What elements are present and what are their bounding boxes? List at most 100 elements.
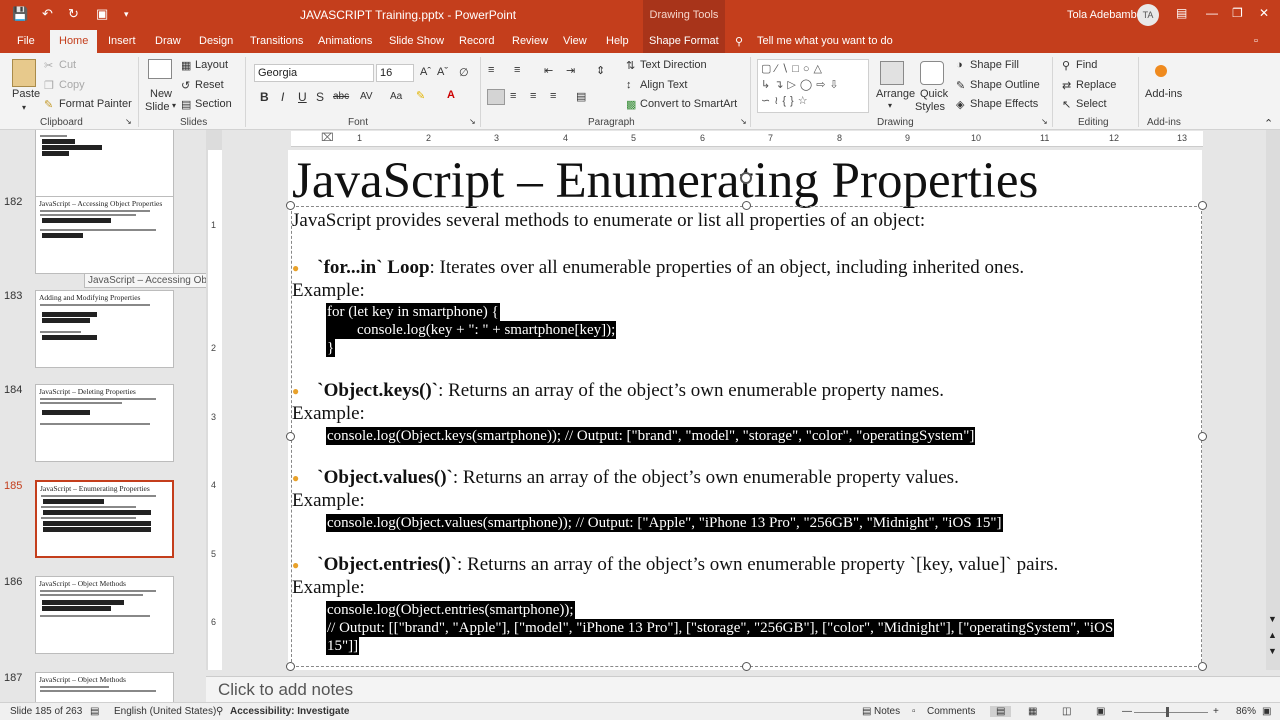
cut-icon[interactable]: ✂ — [44, 59, 53, 72]
shadow-button[interactable]: S — [316, 90, 324, 104]
redo-icon[interactable]: ↻ — [68, 6, 79, 22]
tab-draw[interactable]: Draw — [155, 35, 181, 47]
shape-outline-button[interactable]: Shape Outline — [970, 79, 1040, 91]
comments-button[interactable]: Comments — [927, 706, 975, 717]
increase-indent-icon[interactable]: ⇥ — [566, 64, 575, 77]
align-left-icon[interactable] — [487, 89, 505, 105]
customize-qa-icon[interactable]: ▾ — [124, 9, 129, 20]
text-direction-button[interactable]: Text Direction — [640, 59, 707, 71]
tab-view[interactable]: View — [563, 35, 587, 47]
increase-font-icon[interactable]: Aˆ — [420, 66, 431, 78]
tab-slide-show[interactable]: Slide Show — [389, 35, 444, 47]
copy-button[interactable]: Copy — [59, 79, 85, 91]
zoom-slider-knob[interactable] — [1166, 707, 1169, 717]
line-spacing-icon[interactable]: ⇕ — [596, 64, 605, 77]
change-case-button[interactable]: Aa — [390, 91, 402, 102]
tab-design[interactable]: Design — [199, 35, 233, 47]
arrange-icon[interactable] — [880, 61, 904, 85]
quick-styles-button[interactable]: Quick — [920, 88, 948, 100]
notes-icon[interactable]: ▤ — [862, 706, 871, 717]
addins-icon[interactable] — [1155, 65, 1167, 77]
restore-icon[interactable]: ❐ — [1232, 6, 1243, 20]
tab-transitions[interactable]: Transitions — [250, 35, 303, 47]
thumbnail-181[interactable] — [35, 130, 174, 206]
justify-icon[interactable]: ≡ — [550, 90, 556, 102]
strikethrough-button[interactable]: abc — [333, 91, 349, 102]
align-text-icon[interactable]: ↕ — [626, 79, 632, 91]
slideshow-icon[interactable]: ▣ — [1096, 706, 1105, 717]
thumbnail-187[interactable]: JavaScript – Object Methods — [35, 672, 174, 702]
font-launcher-icon[interactable]: ↘ — [469, 117, 476, 126]
indent-marker-icon[interactable]: ⌧ — [321, 131, 334, 144]
previous-slide-icon[interactable]: ▲ — [1268, 630, 1277, 640]
font-family-select[interactable]: Georgia — [254, 64, 374, 82]
user-name[interactable]: Tola Adebambo — [1067, 9, 1143, 21]
highlight-icon[interactable]: ✎ — [416, 89, 425, 102]
normal-view-icon[interactable]: ▤ — [990, 706, 1012, 717]
scroll-down-icon[interactable]: ▼ — [1268, 614, 1277, 624]
paste-button[interactable]: Paste — [12, 88, 40, 100]
underline-button[interactable]: U — [298, 90, 307, 104]
resize-handle[interactable] — [286, 432, 295, 441]
rotate-handle-icon[interactable] — [740, 172, 752, 184]
font-size-select[interactable]: 16 — [376, 64, 414, 82]
thumbnail-182[interactable]: JavaScript – Accessing Object Properties — [35, 196, 174, 274]
tab-insert[interactable]: Insert — [108, 35, 136, 47]
format-painter-button[interactable]: Format Painter — [59, 98, 132, 110]
align-center-icon[interactable]: ≡ — [510, 90, 516, 102]
shape-fill-button[interactable]: Shape Fill — [970, 59, 1019, 71]
close-icon[interactable]: ✕ — [1259, 6, 1269, 20]
addins-button[interactable]: Add-ins — [1145, 88, 1182, 100]
find-button[interactable]: Find — [1076, 59, 1097, 71]
find-icon[interactable]: ⚲ — [1062, 59, 1070, 72]
notes-placeholder[interactable]: Click to add notes — [218, 680, 353, 700]
columns-icon[interactable]: ▤ — [576, 90, 586, 103]
paste-icon[interactable] — [12, 59, 36, 87]
resize-handle[interactable] — [742, 201, 751, 210]
reset-button[interactable]: Reset — [195, 79, 224, 91]
tab-shape-format[interactable]: Shape Format — [643, 30, 725, 53]
bold-button[interactable]: B — [260, 90, 269, 104]
shape-effects-icon[interactable]: ◈ — [956, 98, 964, 111]
accessibility-status[interactable]: Accessibility: Investigate — [230, 706, 350, 717]
font-color-icon[interactable]: A — [447, 89, 455, 101]
resize-handle[interactable] — [1198, 432, 1207, 441]
comments-status-icon[interactable]: ▫ — [912, 706, 916, 717]
format-painter-icon[interactable]: ✎ — [44, 98, 53, 111]
decrease-indent-icon[interactable]: ⇤ — [544, 64, 553, 77]
paragraph-launcher-icon[interactable]: ↘ — [740, 117, 747, 126]
next-slide-icon[interactable]: ▼ — [1268, 646, 1277, 656]
save-icon[interactable]: 💾 — [12, 6, 28, 22]
arrange-button[interactable]: Arrange — [876, 88, 915, 100]
canvas-scrollbar[interactable]: ▼ ▲ ▼ — [1266, 130, 1280, 670]
thumbnail-183[interactable]: Adding and Modifying Properties — [35, 290, 174, 368]
drawing-launcher-icon[interactable]: ↘ — [1041, 117, 1048, 126]
tab-help[interactable]: Help — [606, 35, 629, 47]
language-status[interactable]: English (United States) — [114, 706, 216, 717]
new-slide-button[interactable]: New — [150, 88, 172, 100]
bullets-icon[interactable]: ≡ — [488, 64, 494, 76]
tell-me-search[interactable]: Tell me what you want to do — [757, 35, 893, 47]
layout-button[interactable]: Layout — [195, 59, 228, 71]
quick-styles-button-line2[interactable]: Styles — [915, 101, 945, 113]
decrease-font-icon[interactable]: Aˇ — [437, 66, 448, 78]
new-slide-dropdown-icon[interactable]: ▾ — [172, 101, 176, 110]
fit-slide-icon[interactable]: ▣ — [1262, 706, 1271, 717]
convert-smartart-button[interactable]: Convert to SmartArt — [640, 98, 737, 110]
accessibility-icon[interactable]: ⚲ — [216, 706, 223, 717]
collapse-ribbon-icon[interactable]: ⌃ — [1264, 117, 1273, 130]
notes-pane[interactable]: Click to add notes — [206, 676, 1280, 702]
spellcheck-icon[interactable]: ▤ — [90, 706, 99, 717]
tab-record[interactable]: Record — [459, 35, 494, 47]
shape-outline-icon[interactable]: ✎ — [956, 79, 965, 92]
thumbnail-184[interactable]: JavaScript – Deleting Properties — [35, 384, 174, 462]
align-right-icon[interactable]: ≡ — [530, 90, 536, 102]
resize-handle[interactable] — [286, 201, 295, 210]
avatar[interactable]: TA — [1137, 4, 1159, 26]
shape-effects-button[interactable]: Shape Effects — [970, 98, 1038, 110]
paste-dropdown-icon[interactable]: ▾ — [22, 103, 26, 112]
tab-file[interactable]: File — [17, 35, 35, 47]
thumbnail-186[interactable]: JavaScript – Object Methods — [35, 576, 174, 654]
zoom-out-icon[interactable]: — — [1122, 706, 1132, 717]
resize-handle[interactable] — [742, 662, 751, 671]
